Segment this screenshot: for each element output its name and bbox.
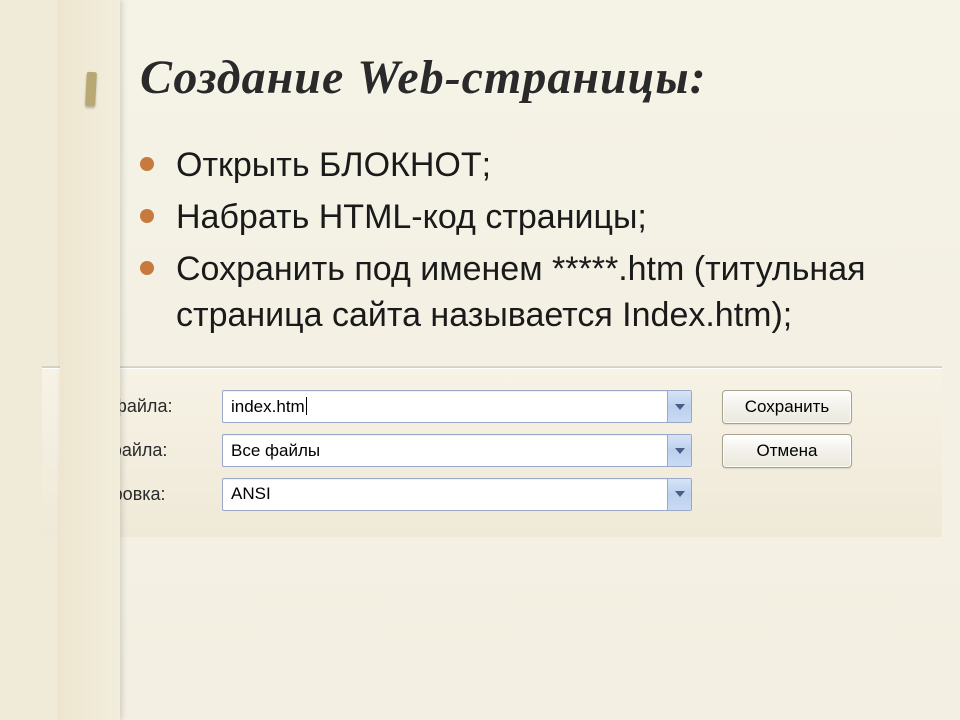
chevron-down-icon bbox=[675, 404, 685, 410]
filetype-value: Все файлы bbox=[231, 441, 667, 461]
bullet-item: Сохранить под именем *****.htm (титульна… bbox=[140, 247, 930, 339]
slide: Создание Web-страницы: Открыть БЛОКНОТ; … bbox=[0, 0, 960, 720]
bullet-dot-icon bbox=[140, 209, 154, 223]
encoding-select[interactable]: ANSI bbox=[222, 478, 692, 511]
encoding-value: ANSI bbox=[231, 484, 667, 504]
encoding-label: Кодировка: bbox=[72, 484, 222, 505]
bullet-list: Открыть БЛОКНОТ; Набрать HTML-код страни… bbox=[140, 143, 930, 339]
cancel-button[interactable]: Отмена bbox=[722, 434, 852, 468]
chevron-down-icon bbox=[675, 491, 685, 497]
chevron-down-icon bbox=[675, 448, 685, 454]
filetype-row: Тип файла: Все файлы Отмена bbox=[72, 434, 922, 468]
bullet-item: Набрать HTML-код страницы; bbox=[140, 195, 930, 241]
encoding-dropdown-button[interactable] bbox=[667, 479, 691, 510]
filetype-dropdown-button[interactable] bbox=[667, 435, 691, 466]
filename-dropdown-button[interactable] bbox=[667, 391, 691, 422]
bullet-text: Открыть БЛОКНОТ; bbox=[176, 146, 491, 184]
save-button[interactable]: Сохранить bbox=[722, 390, 852, 424]
filetype-select[interactable]: Все файлы bbox=[222, 434, 692, 467]
filename-input[interactable]: index.htm bbox=[222, 390, 692, 423]
bullet-item: Открыть БЛОКНОТ; bbox=[140, 143, 930, 189]
bullet-text: Набрать HTML-код страницы; bbox=[176, 198, 647, 236]
filename-row: Имя файла: index.htm Сохранить bbox=[72, 390, 922, 424]
save-dialog-panel: Имя файла: index.htm Сохранить Тип файла… bbox=[42, 367, 942, 537]
filetype-label: Тип файла: bbox=[72, 440, 222, 461]
filename-label: Имя файла: bbox=[72, 396, 222, 417]
bullet-dot-icon bbox=[140, 157, 154, 171]
encoding-row: Кодировка: ANSI bbox=[72, 478, 922, 511]
filename-value: index.htm bbox=[231, 397, 667, 417]
page-title: Создание Web-страницы: bbox=[140, 50, 930, 105]
bullet-dot-icon bbox=[140, 261, 154, 275]
bullet-text: Сохранить под именем *****.htm (титульна… bbox=[176, 250, 866, 334]
